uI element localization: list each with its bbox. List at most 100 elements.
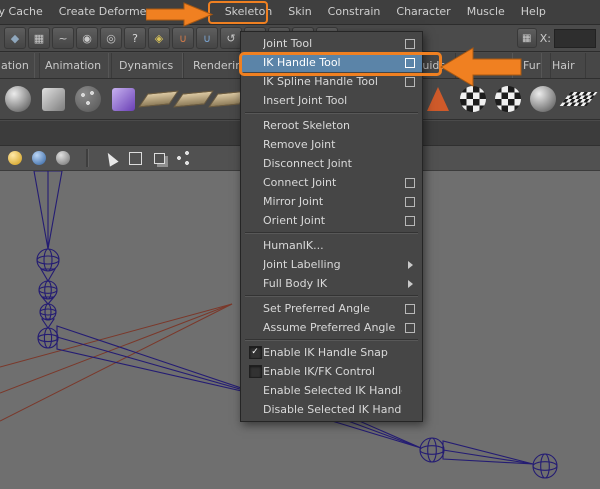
- texture-sphere-icon[interactable]: [527, 83, 559, 115]
- checker-sphere-2-icon[interactable]: [492, 83, 524, 115]
- menu-item-label: Connect Joint: [263, 176, 337, 189]
- coord-label: X:: [539, 31, 551, 45]
- polygon-cube-icon[interactable]: [37, 83, 69, 115]
- submenu-arrow-icon: [407, 260, 413, 269]
- menu-item-label: Set Preferred Angle: [263, 302, 370, 315]
- option-box-icon[interactable]: [405, 57, 415, 68]
- menu-item-label: Joint Labelling: [263, 258, 341, 271]
- snap-view-icon[interactable]: ◎: [100, 27, 122, 49]
- shelf-tab-dynamics[interactable]: Dynamics: [108, 53, 185, 78]
- selection-mask-icon[interactable]: ◆: [4, 27, 26, 49]
- option-column: [402, 57, 418, 68]
- menu-item-enable-ik-fk-control[interactable]: Enable IK/FK Control: [241, 362, 422, 381]
- help-icon[interactable]: ?: [124, 27, 146, 49]
- menu-item-label: Assume Preferred Angle: [263, 321, 396, 334]
- menu-skeleton[interactable]: Skeleton: [217, 0, 281, 24]
- menu-item-humanik[interactable]: HumanIK...: [241, 236, 422, 255]
- option-column: [402, 279, 418, 288]
- shaded-sphere-gray-icon[interactable]: [54, 149, 72, 167]
- polygon-cube-purple-icon[interactable]: [107, 83, 139, 115]
- connections-icon[interactable]: [174, 149, 192, 167]
- option-box-icon[interactable]: [405, 177, 415, 188]
- menu-item-enable-selected-ik-handles[interactable]: Enable Selected IK Handles: [241, 381, 422, 400]
- option-column: [402, 38, 418, 49]
- shaded-sphere-blue-icon[interactable]: [30, 149, 48, 167]
- checker-sphere-icon[interactable]: [457, 83, 489, 115]
- menu-item-insert-joint-tool[interactable]: Insert Joint Tool: [241, 91, 422, 110]
- history-icon[interactable]: ↺: [220, 27, 242, 49]
- magnet-blue-icon[interactable]: ∪: [196, 27, 218, 49]
- menu-skin[interactable]: Skin: [280, 0, 319, 24]
- submenu-arrow-icon: [407, 279, 413, 288]
- option-column: [402, 76, 418, 87]
- skeleton-menu: Joint Tool IK Handle Tool IK Spline Handle…: [240, 31, 423, 422]
- option-box-icon[interactable]: [405, 215, 415, 226]
- check-column: ✓: [247, 346, 263, 359]
- menu-item-label: Disable Selected IK Handles: [263, 403, 402, 416]
- toolbar-divider: [78, 149, 96, 167]
- menu-ry-cache[interactable]: ry Cache: [0, 0, 51, 24]
- polygon-sphere-icon[interactable]: [2, 83, 34, 115]
- menu-item-label: Joint Tool: [263, 37, 313, 50]
- snap-grid-icon[interactable]: ▦: [28, 27, 50, 49]
- menu-item-enable-ik-handle-snap[interactable]: ✓ Enable IK Handle Snap: [241, 343, 422, 362]
- checkbox-checked-icon[interactable]: ✓: [248, 346, 262, 359]
- layers-icon[interactable]: [150, 149, 168, 167]
- menu-item-label: Enable IK Handle Snap: [263, 346, 388, 359]
- menu-item-label: Enable IK/FK Control: [263, 365, 375, 378]
- magnet-red-icon[interactable]: ∪: [172, 27, 194, 49]
- menu-item-joint-tool[interactable]: Joint Tool: [241, 34, 422, 53]
- option-box-icon[interactable]: [405, 303, 415, 314]
- menu-item-disable-selected-ik-handles[interactable]: Disable Selected IK Handles: [241, 400, 422, 419]
- menu-item-reroot-skeleton[interactable]: Reroot Skeleton: [241, 116, 422, 135]
- menu-item-mirror-joint[interactable]: Mirror Joint: [241, 192, 422, 211]
- menu-item-assume-preferred-angle[interactable]: Assume Preferred Angle: [241, 318, 422, 337]
- menu-item-label: Mirror Joint: [263, 195, 324, 208]
- snap-curve-icon[interactable]: ~: [52, 27, 74, 49]
- option-column: [402, 215, 418, 226]
- coordinate-field: ▦ X:: [516, 28, 596, 48]
- option-column: [402, 303, 418, 314]
- lock-icon[interactable]: ◈: [148, 27, 170, 49]
- snap-point-icon[interactable]: ◉: [76, 27, 98, 49]
- shelf-tab-hair[interactable]: Hair: [541, 53, 586, 78]
- option-box-icon[interactable]: [405, 38, 415, 49]
- menu-help[interactable]: Help: [513, 0, 554, 24]
- option-box-icon[interactable]: [405, 76, 415, 87]
- option-column: [402, 260, 418, 269]
- option-column: [402, 322, 418, 333]
- menu-muscle[interactable]: Muscle: [459, 0, 513, 24]
- checkbox-unchecked-icon[interactable]: [248, 365, 262, 378]
- menu-item-ik-handle-tool[interactable]: IK Handle Tool: [241, 53, 422, 72]
- menu-item-ik-spline-handle-tool[interactable]: IK Spline Handle Tool: [241, 72, 422, 91]
- grid-coord-icon[interactable]: ▦: [516, 28, 537, 48]
- joint-cone-icon[interactable]: [422, 83, 454, 115]
- shaded-sphere-yellow-icon[interactable]: [6, 149, 24, 167]
- menu-item-connect-joint[interactable]: Connect Joint: [241, 173, 422, 192]
- shelf-tab-animation[interactable]: Animation: [34, 53, 113, 78]
- menu-character[interactable]: Character: [388, 0, 458, 24]
- option-column: [402, 196, 418, 207]
- particle-tool-icon[interactable]: [72, 83, 104, 115]
- polygon-plane-2-icon[interactable]: [172, 83, 214, 115]
- checker-plane-icon[interactable]: [559, 83, 597, 115]
- menu-create-deformers[interactable]: Create Deformers: [51, 0, 165, 24]
- menu-separator: [245, 339, 418, 341]
- menu-item-orient-joint[interactable]: Orient Joint: [241, 211, 422, 230]
- coord-input[interactable]: [554, 28, 596, 48]
- menu-item-full-body-ik[interactable]: Full Body IK: [241, 274, 422, 293]
- polygon-plane-icon[interactable]: [137, 83, 179, 115]
- option-column: [402, 177, 418, 188]
- menu-item-label: Reroot Skeleton: [263, 119, 351, 132]
- check-column: [247, 365, 263, 378]
- menu-constrain[interactable]: Constrain: [320, 0, 389, 24]
- option-box-icon[interactable]: [405, 196, 415, 207]
- option-box-icon[interactable]: [405, 322, 415, 333]
- menu-item-label: Orient Joint: [263, 214, 326, 227]
- menu-item-joint-labelling[interactable]: Joint Labelling: [241, 255, 422, 274]
- menu-item-set-preferred-angle[interactable]: Set Preferred Angle: [241, 299, 422, 318]
- select-tool-icon[interactable]: [102, 149, 120, 167]
- menu-item-remove-joint[interactable]: Remove Joint: [241, 135, 422, 154]
- menu-item-disconnect-joint[interactable]: Disconnect Joint: [241, 154, 422, 173]
- wireframe-cube-icon[interactable]: [126, 149, 144, 167]
